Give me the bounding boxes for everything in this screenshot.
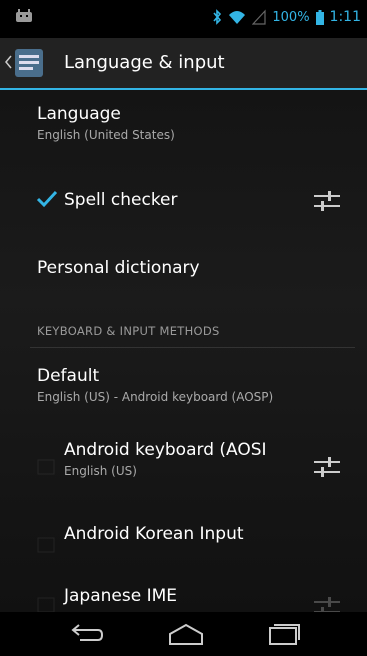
list-item-android-keyboard[interactable]: Android keyboard (AOSI English (US) <box>0 440 367 496</box>
list-item-title: Japanese IME <box>64 586 178 606</box>
back-icon[interactable] <box>66 622 106 648</box>
battery-percent: 100% <box>272 9 310 25</box>
recents-icon[interactable] <box>264 622 304 648</box>
navigation-bar <box>0 612 367 656</box>
list-item-subtitle: English (US) <box>64 464 137 478</box>
android-debug-icon <box>16 9 32 22</box>
signal-icon <box>252 9 266 25</box>
list-item-title: Language <box>37 104 121 124</box>
list-item-korean-input[interactable]: Android Korean Input <box>0 524 367 564</box>
list-item-spell-checker[interactable]: Spell checker <box>0 172 367 224</box>
wifi-icon <box>229 11 246 24</box>
up-caret-icon[interactable] <box>4 55 12 69</box>
list-item-title: Spell checker <box>64 190 178 210</box>
status-bar: 100% 1:11 <box>0 0 367 38</box>
list-item-language[interactable]: Language English (United States) <box>0 104 367 142</box>
list-item-title: Personal dictionary <box>37 258 200 278</box>
settings-sliders-icon[interactable] <box>312 456 342 478</box>
page-title: Language & input <box>64 52 225 73</box>
settings-list[interactable]: Language English (United States) Spell c… <box>0 90 367 612</box>
settings-sliders-icon[interactable] <box>312 190 342 212</box>
bluetooth-icon <box>213 9 222 25</box>
home-icon[interactable] <box>166 622 206 648</box>
checkbox-icon[interactable] <box>36 458 58 476</box>
list-item-subtitle: English (US) - Android keyboard (AOSP) <box>37 390 274 404</box>
action-bar: Language & input <box>0 38 367 90</box>
list-item-title: Android keyboard (AOSI <box>64 440 267 460</box>
battery-icon <box>315 9 324 25</box>
section-divider <box>30 347 355 348</box>
checkbox-checked-icon[interactable] <box>36 190 58 208</box>
checkbox-icon[interactable] <box>36 536 58 554</box>
list-item-title: Default <box>37 366 100 386</box>
settings-app-icon[interactable] <box>14 48 44 78</box>
list-item-personal-dictionary[interactable]: Personal dictionary <box>0 258 367 278</box>
section-header: KEYBOARD & INPUT METHODS <box>37 324 220 338</box>
list-item-title: Android Korean Input <box>64 524 244 544</box>
list-item-default[interactable]: Default English (US) - Android keyboard … <box>0 366 367 404</box>
settings-sliders-icon[interactable] <box>312 596 342 612</box>
checkbox-icon[interactable] <box>36 596 58 612</box>
list-item-subtitle: English (United States) <box>37 128 175 142</box>
clock: 1:11 <box>329 9 361 25</box>
list-item-japanese-ime[interactable]: Japanese IME <box>0 586 367 612</box>
